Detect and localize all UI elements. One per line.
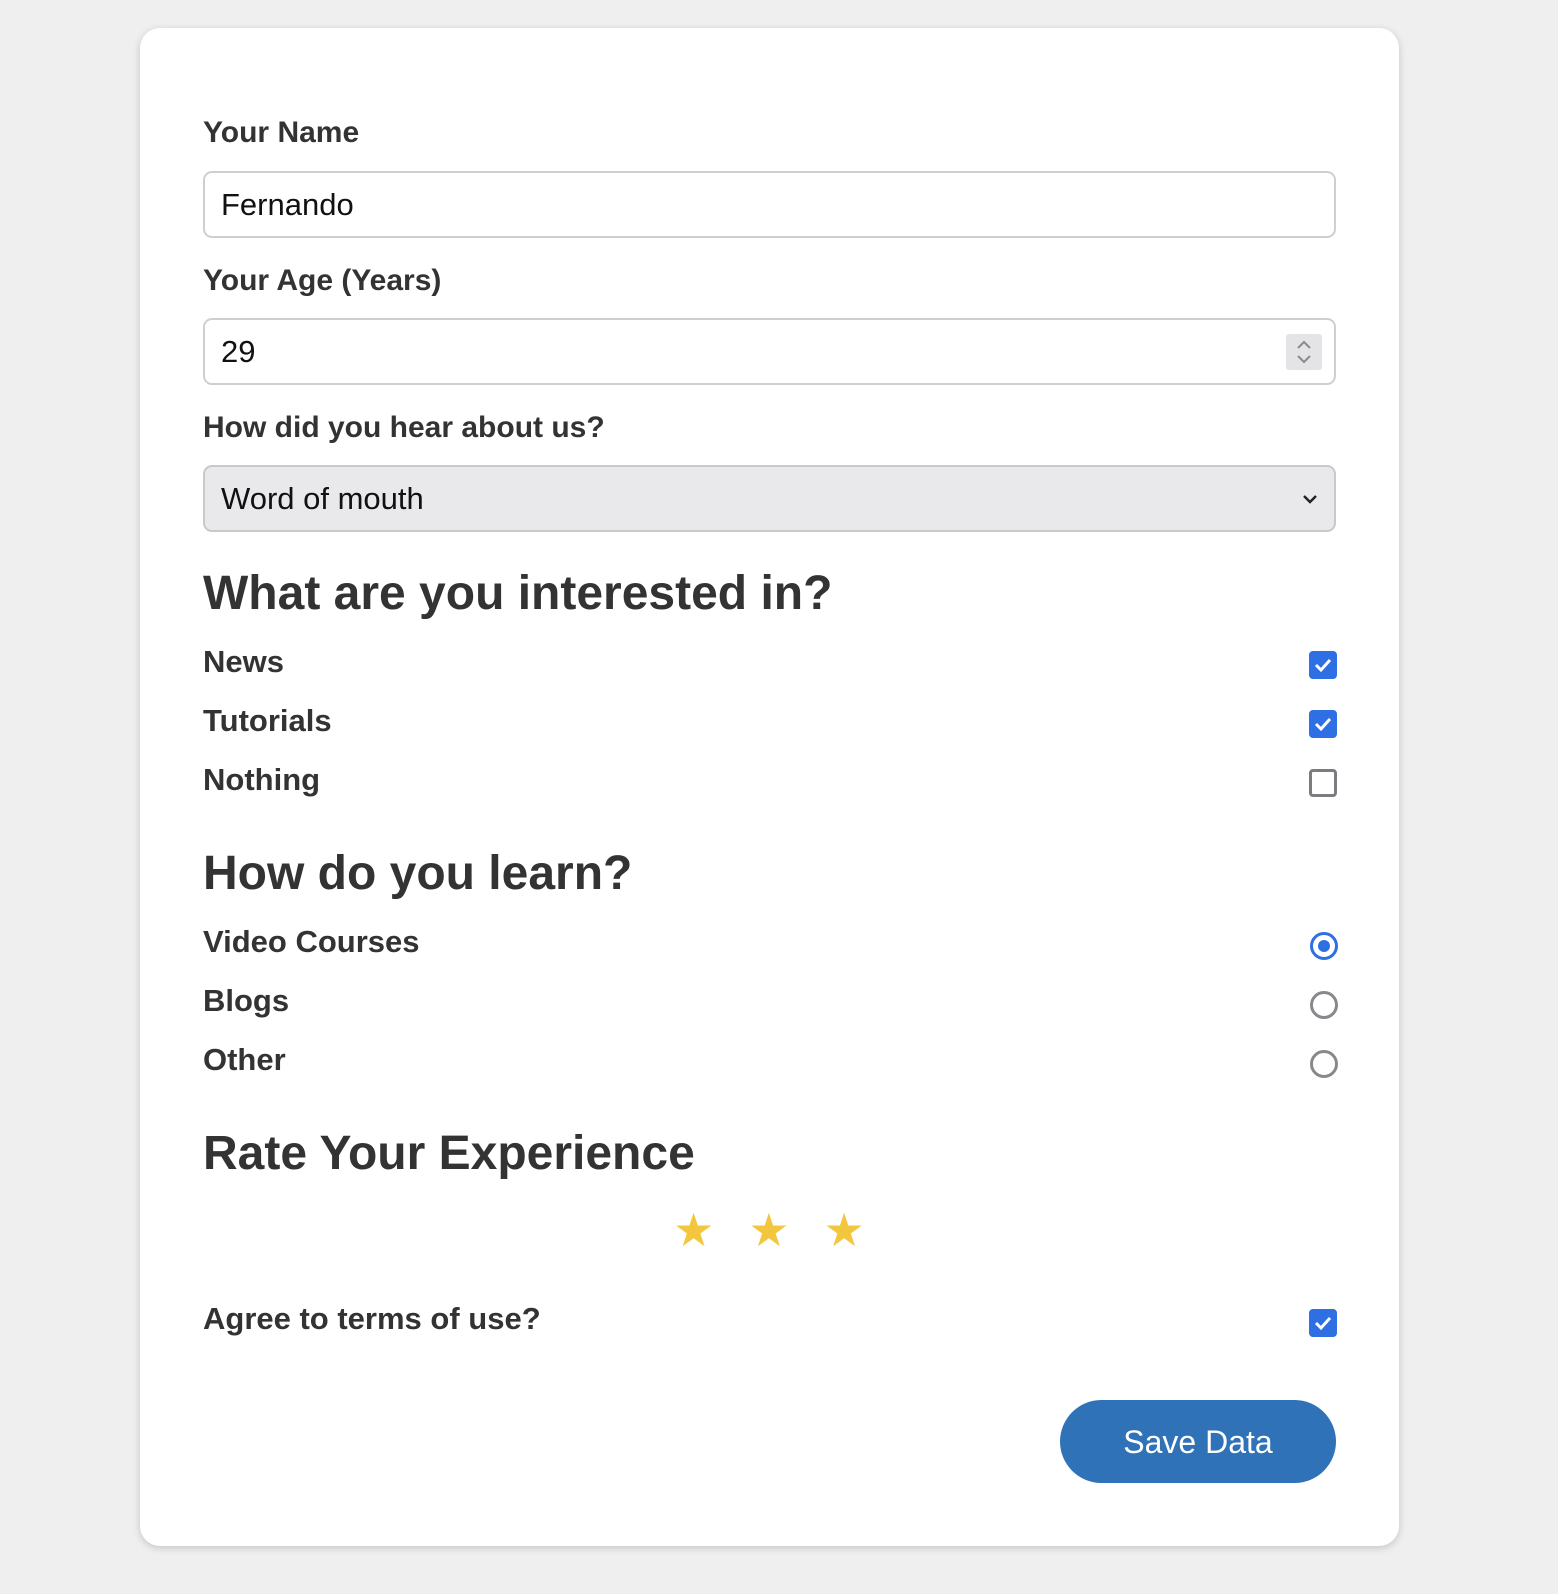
learning-radio-blogs[interactable] [1310, 991, 1338, 1019]
age-label: Your Age (Years) [203, 264, 442, 297]
stepper-arrows-icon [1297, 340, 1311, 364]
learning-label-other: Other [203, 1042, 286, 1077]
age-input[interactable]: 29 [203, 318, 1336, 385]
interest-checkbox-tutorials[interactable] [1309, 710, 1337, 738]
learning-radio-video-courses[interactable] [1310, 932, 1338, 960]
star-icon[interactable]: ★ [824, 1200, 865, 1260]
star-icon[interactable]: ★ [673, 1200, 714, 1260]
name-input[interactable]: Fernando [203, 171, 1336, 238]
form-card: Your Name Fernando Your Age (Years) 29 H… [140, 28, 1399, 1546]
source-label: How did you hear about us? [203, 411, 605, 444]
age-stepper[interactable] [1286, 334, 1322, 370]
interest-checkbox-news[interactable] [1309, 651, 1337, 679]
star-icon[interactable]: ★ [748, 1200, 789, 1260]
chevron-down-icon [1303, 495, 1317, 504]
checkmark-icon [1314, 1316, 1332, 1331]
terms-label: Agree to terms of use? [203, 1301, 541, 1336]
learning-label-blogs: Blogs [203, 983, 290, 1018]
star-rating[interactable]: ★ ★ ★ [673, 1200, 865, 1260]
interests-heading: What are you interested in? [203, 567, 833, 620]
source-select[interactable]: Word of mouth [203, 465, 1336, 532]
name-label: Your Name [203, 116, 360, 149]
checkmark-icon [1314, 717, 1332, 732]
learning-heading: How do you learn? [203, 847, 633, 900]
interest-label-news: News [203, 644, 284, 679]
interest-label-tutorials: Tutorials [203, 703, 332, 738]
source-select-value: Word of mouth [221, 481, 424, 516]
age-input-value: 29 [221, 334, 256, 369]
rating-heading: Rate Your Experience [203, 1127, 695, 1180]
terms-checkbox[interactable] [1309, 1309, 1337, 1337]
learning-radio-other[interactable] [1310, 1050, 1338, 1078]
name-input-value: Fernando [221, 187, 354, 222]
save-data-button[interactable]: Save Data [1060, 1400, 1336, 1483]
interest-checkbox-nothing[interactable] [1309, 769, 1337, 797]
checkmark-icon [1314, 658, 1332, 673]
interest-label-nothing: Nothing [203, 762, 321, 797]
learning-label-video-courses: Video Courses [203, 924, 420, 959]
